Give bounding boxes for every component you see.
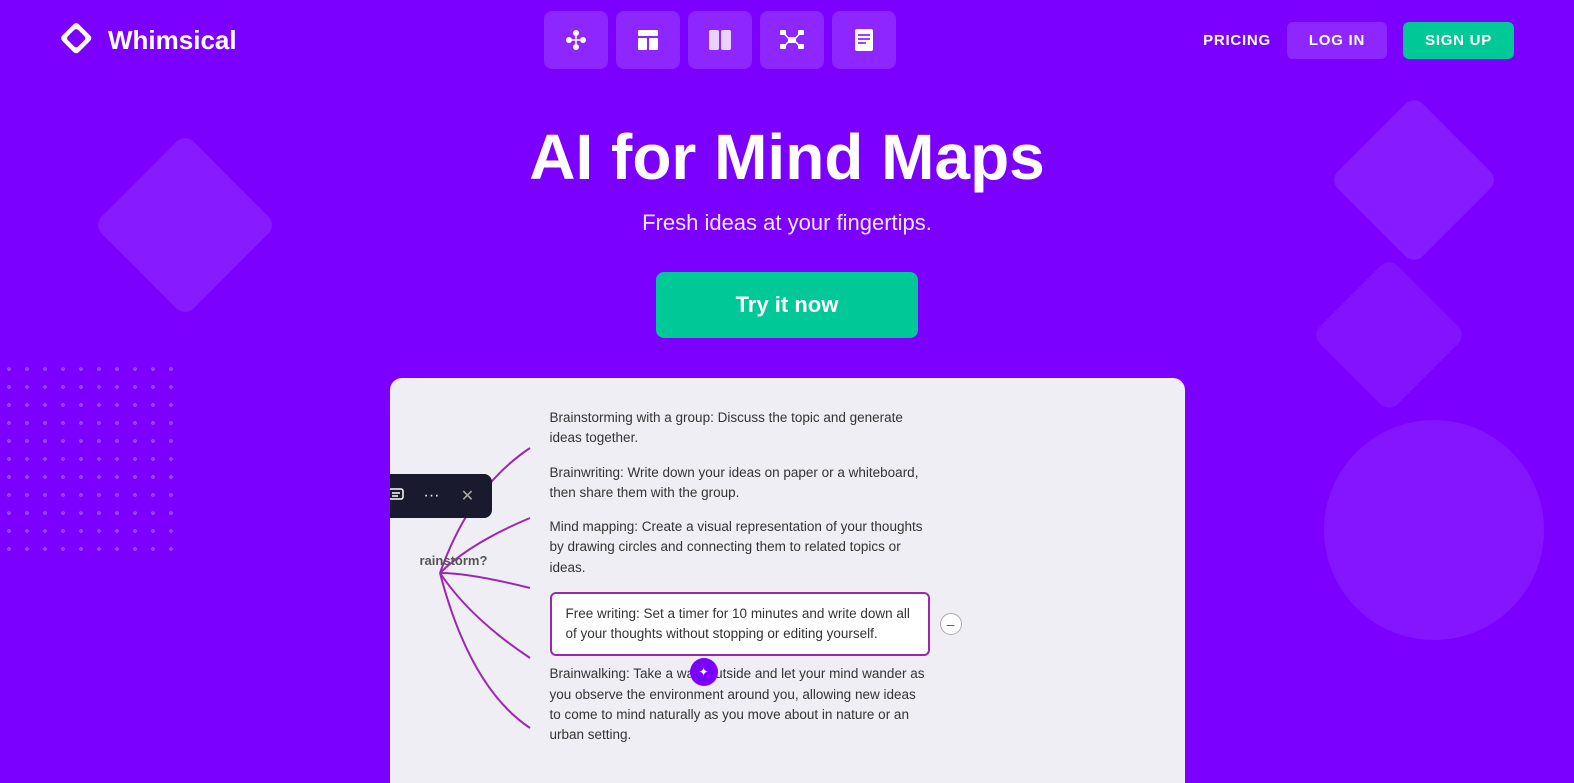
logo-icon [60, 22, 96, 58]
toolbar-more-button[interactable]: ··· [416, 480, 448, 512]
nav-tools [544, 11, 896, 69]
node-collapse-button[interactable]: – [940, 613, 962, 635]
tool-split[interactable] [688, 11, 752, 69]
tool-flowchart[interactable] [544, 11, 608, 69]
toolbar-close-button[interactable]: ✕ [452, 480, 484, 512]
bg-circle [1324, 420, 1544, 640]
dots-pattern-left [0, 360, 180, 560]
logo-text: Whimsical [108, 25, 237, 56]
node-text-2: Mind mapping: Create a visual representa… [550, 517, 930, 578]
hero-section: AI for Mind Maps Fresh ideas at your fin… [0, 80, 1574, 368]
mind-map-nodes: Brainstorming with a group: Discuss the … [490, 408, 1145, 753]
hero-subtitle: Fresh ideas at your fingertips. [20, 210, 1554, 236]
pricing-link[interactable]: PRICING [1203, 32, 1271, 49]
node-text-3: Free writing: Set a timer for 10 minutes… [550, 592, 930, 657]
node-text-4: Brainwalking: Take a walk outside and le… [550, 664, 930, 745]
ai-assist-icon: ✦ [690, 658, 718, 686]
tool-wireframe[interactable] [616, 11, 680, 69]
mindmap-icon [778, 26, 806, 54]
tool-docs[interactable] [832, 11, 896, 69]
nav-right: PRICING LOG IN SIGN UP [1203, 22, 1514, 59]
node-item-4: Brainwalking: Take a walk outside and le… [530, 664, 1145, 745]
login-button[interactable]: LOG IN [1287, 22, 1387, 59]
signup-button[interactable]: SIGN UP [1403, 22, 1514, 59]
node-toolbar: ✦ ··· ✕ [390, 474, 492, 518]
root-node-label: rainstorm? [420, 553, 488, 568]
node-item-3[interactable]: Free writing: Set a timer for 10 minutes… [530, 592, 1145, 657]
node-text-0: Brainstorming with a group: Discuss the … [550, 408, 930, 449]
flowchart-icon [562, 26, 590, 54]
toolbar-comment-button[interactable] [390, 480, 412, 512]
split-icon [706, 26, 734, 54]
docs-icon [850, 26, 878, 54]
wireframe-icon [634, 26, 662, 54]
preview-card: ✦ ··· ✕ rainstorm? [390, 378, 1185, 783]
tool-mindmap[interactable] [760, 11, 824, 69]
logo-area[interactable]: Whimsical [60, 22, 237, 58]
node-item-2: Mind mapping: Create a visual representa… [530, 517, 1145, 578]
node-item-1: Brainwriting: Write down your ideas on p… [530, 463, 1145, 504]
node-item-0: Brainstorming with a group: Discuss the … [530, 408, 1145, 449]
hero-title: AI for Mind Maps [20, 120, 1554, 194]
navbar: Whimsical [0, 0, 1574, 80]
try-now-button[interactable]: Try it now [656, 272, 919, 338]
hero-wrapper: AI for Mind Maps Fresh ideas at your fin… [0, 80, 1574, 783]
node-text-1: Brainwriting: Write down your ideas on p… [550, 463, 930, 504]
